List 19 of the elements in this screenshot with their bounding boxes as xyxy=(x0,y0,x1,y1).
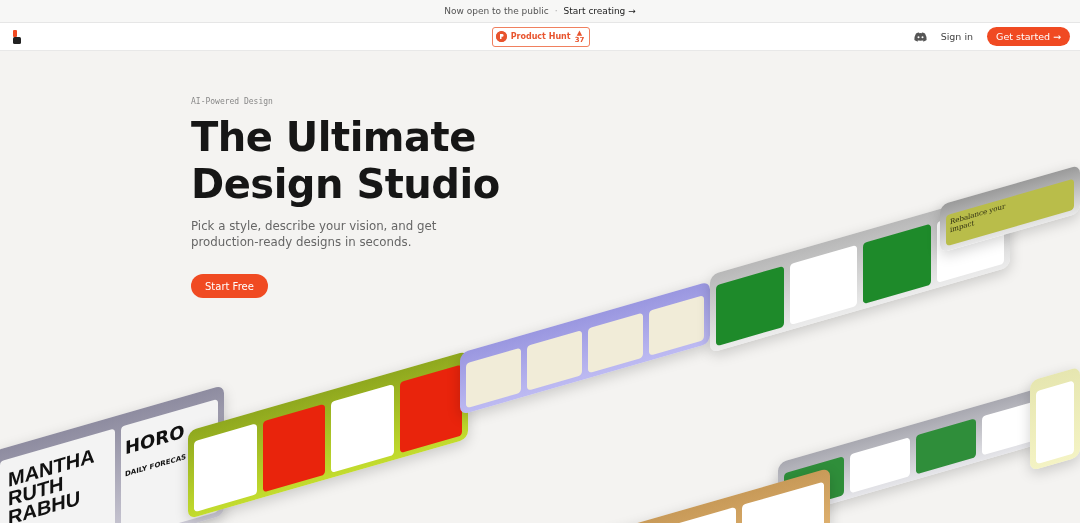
get-started-button[interactable]: Get started → xyxy=(987,27,1070,46)
start-free-button[interactable]: Start Free xyxy=(191,274,268,298)
start-creating-link[interactable]: Start creating → xyxy=(563,6,636,16)
preview-panel xyxy=(649,295,704,356)
preview-panel xyxy=(916,418,976,475)
preview-panel xyxy=(527,330,582,391)
preview-panel xyxy=(850,437,910,494)
eyebrow-label: AI-Powered Design xyxy=(191,97,274,106)
sign-in-link[interactable]: Sign in xyxy=(940,31,974,42)
announcement-text: Now open to the public xyxy=(444,6,549,16)
hero-title: The Ultimate xyxy=(191,114,476,161)
product-hunt-logo-icon xyxy=(495,31,507,42)
hero-subtitle: Pick a style, describe your vision, and get production-ready designs in seconds. xyxy=(191,218,438,250)
preview-panel xyxy=(466,347,521,409)
preview-panel xyxy=(588,312,643,374)
separator-dot: · xyxy=(554,6,558,16)
logo-icon[interactable] xyxy=(12,29,22,44)
discord-icon[interactable] xyxy=(913,31,927,42)
hero-title: Design Studio xyxy=(191,161,500,208)
